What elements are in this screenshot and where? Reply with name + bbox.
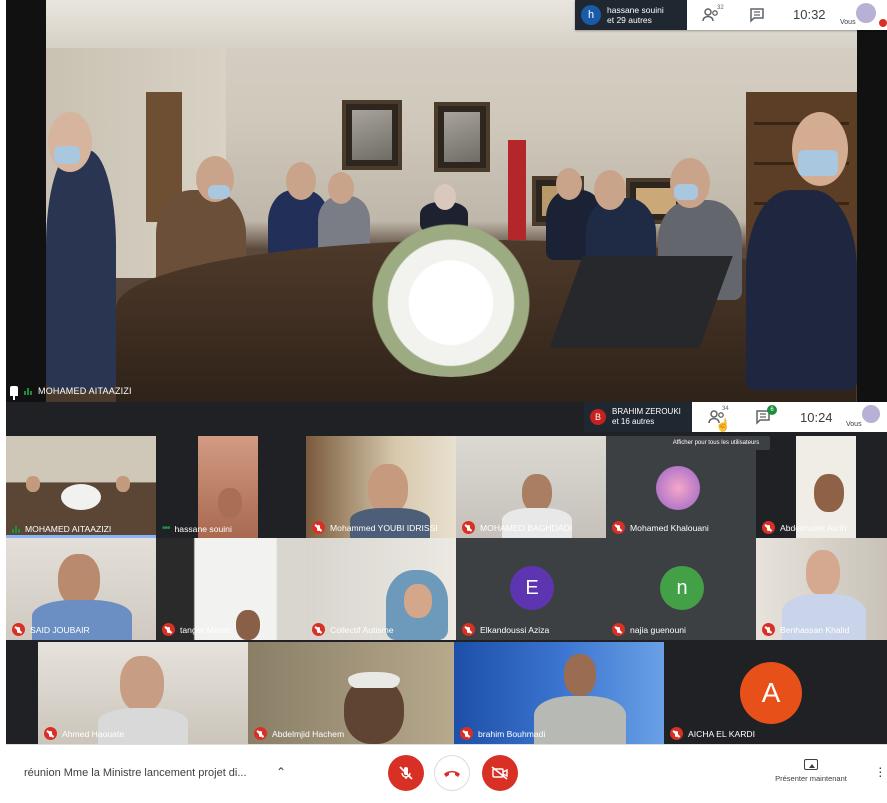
top-presenter-chip[interactable]: h hassane souini et 29 autres [575, 0, 687, 30]
leave-call-button[interactable] [434, 755, 470, 791]
portrait-frame [342, 100, 402, 170]
presenter-others: et 16 autres [612, 417, 655, 426]
tile-label: Elkandoussi Aziza [462, 623, 549, 636]
tile-label: Benhassan Khalid [762, 623, 849, 636]
clock: 10:24 [800, 410, 833, 425]
participant-tile[interactable]: E Elkandoussi Aziza [456, 538, 606, 640]
participant-tile[interactable]: Ahmed Haouate [38, 642, 248, 744]
self-label: Vous [840, 19, 856, 26]
tooltip: Afficher pour tous les utilisateurs [662, 436, 770, 450]
participant-avatar [656, 466, 700, 510]
camera-off-icon [491, 766, 508, 780]
clock: 10:32 [793, 7, 826, 22]
participant-tile[interactable]: A AICHA EL KARDI [664, 642, 866, 744]
participant-tile[interactable]: Mohamed Khalouani [606, 436, 756, 538]
mic-off-icon [462, 623, 475, 636]
mic-toggle-button[interactable] [388, 755, 424, 791]
status-dot [879, 19, 887, 27]
mic-off-icon [44, 727, 57, 740]
pinned-participant-name: MOHAMED AITAAZIZI [38, 386, 132, 396]
pin-icon[interactable] [10, 386, 18, 400]
pinned-participant-label: MOHAMED AITAAZIZI [10, 386, 132, 400]
tile-label: tanger Maroc [162, 623, 231, 636]
participant-avatar: E [510, 566, 554, 610]
tile-label: SAID JOUBAIR [12, 623, 90, 636]
self-label: Vous [846, 421, 862, 428]
participant-tile[interactable]: brahim Bouhmadi [454, 642, 664, 744]
mic-off-icon [162, 623, 175, 636]
participant-tile[interactable]: MOHAMED BAGHDADI [456, 436, 606, 538]
present-icon [804, 759, 818, 770]
participant-tile[interactable]: ••• hassane souini [156, 436, 306, 538]
tile-label: ••• hassane souini [162, 523, 232, 534]
participant-avatar: A [740, 662, 802, 724]
mic-off-icon [462, 521, 475, 534]
self-avatar[interactable] [856, 3, 876, 23]
audio-level-icon [12, 525, 20, 533]
meet-screen: MOHAMED AITAAZIZI h hassane souini et 29… [0, 0, 887, 803]
conference-room-video [46, 0, 857, 402]
chat-badge: 6 [767, 405, 777, 415]
presenter-name: hassane souini [607, 5, 664, 15]
participant-avatar: n [660, 566, 704, 610]
self-avatar[interactable] [862, 405, 880, 423]
participant-tile[interactable]: Benhassan Khalid [756, 538, 887, 640]
participant-grid: MOHAMED AITAAZIZI ••• hassane souini Moha… [6, 402, 887, 744]
chevron-up-icon[interactable]: ⌃ [276, 765, 286, 779]
participant-tile[interactable]: SAID JOUBAIR [6, 538, 156, 640]
mic-off-icon [762, 521, 775, 534]
participant-tile[interactable]: Mohammed YOUBI IDRISSI [306, 436, 456, 538]
presenter-avatar: B [590, 409, 606, 425]
tile-label: Abdelmalek Asrih [762, 521, 846, 534]
mic-off-icon [399, 766, 413, 780]
presenter-avatar: h [581, 5, 601, 25]
tile-label: Mohamed Khalouani [612, 521, 709, 534]
present-now-label: Présenter maintenant [775, 774, 847, 783]
mid-presenter-chip[interactable]: B BRAHIM ZEROUKI et 16 autres [584, 402, 692, 432]
mic-off-icon [312, 623, 325, 636]
audio-level-icon [24, 387, 32, 395]
meeting-title[interactable]: réunion Mme la Ministre lancement projet… [24, 767, 247, 779]
hang-up-icon [444, 771, 460, 777]
tile-label: Collectif Autisme [312, 623, 394, 636]
participant-tile[interactable]: MOHAMED AITAAZIZI [6, 436, 156, 538]
tile-label: brahim Bouhmadi [460, 727, 545, 740]
mic-off-icon [612, 521, 625, 534]
participant-tile[interactable]: tanger Maroc [156, 538, 306, 640]
presenter-name: BRAHIM ZEROUKI [612, 407, 681, 416]
mic-off-icon [460, 727, 473, 740]
more-options-icon[interactable]: · · · [878, 760, 883, 782]
tile-label: MOHAMED AITAAZIZI [12, 524, 111, 534]
participant-tile[interactable]: Collectif Autisme [306, 538, 456, 640]
mic-off-icon [312, 521, 325, 534]
mic-off-icon [670, 727, 683, 740]
tile-label: najia guenouni [612, 623, 686, 636]
flag [508, 140, 526, 240]
participants-count: 34 [722, 406, 729, 412]
mic-off-icon [762, 623, 775, 636]
mic-off-icon [612, 623, 625, 636]
chat-icon[interactable] [746, 6, 768, 24]
tile-label: AICHA EL KARDI [670, 727, 755, 740]
hand-cursor-icon: ☝ [715, 418, 731, 432]
participant-tile[interactable]: Abdelmalek Asrih [756, 436, 887, 538]
portrait-frame [434, 102, 490, 172]
tile-label: Ahmed Haouate [44, 727, 124, 740]
tile-label: MOHAMED BAGHDADI [462, 521, 572, 534]
mic-off-icon [12, 623, 25, 636]
speaking-indicator: ••• [162, 523, 170, 534]
camera-toggle-button[interactable] [482, 755, 518, 791]
participants-count: 32 [717, 5, 724, 11]
present-now-button[interactable]: Présenter maintenant [766, 759, 856, 783]
flower-centerpiece [346, 212, 556, 377]
tile-label: Abdelmjid Hachem [254, 727, 344, 740]
pinned-video[interactable]: MOHAMED AITAAZIZI [6, 0, 887, 402]
tile-label: Mohammed YOUBI IDRISSI [312, 521, 438, 534]
bottom-control-bar: réunion Mme la Ministre lancement projet… [6, 744, 887, 803]
participant-tile[interactable]: Abdelmjid Hachem [248, 642, 454, 744]
presenter-others: et 29 autres [607, 15, 652, 25]
mic-off-icon [254, 727, 267, 740]
participant-tile[interactable]: n najia guenouni [606, 538, 756, 640]
